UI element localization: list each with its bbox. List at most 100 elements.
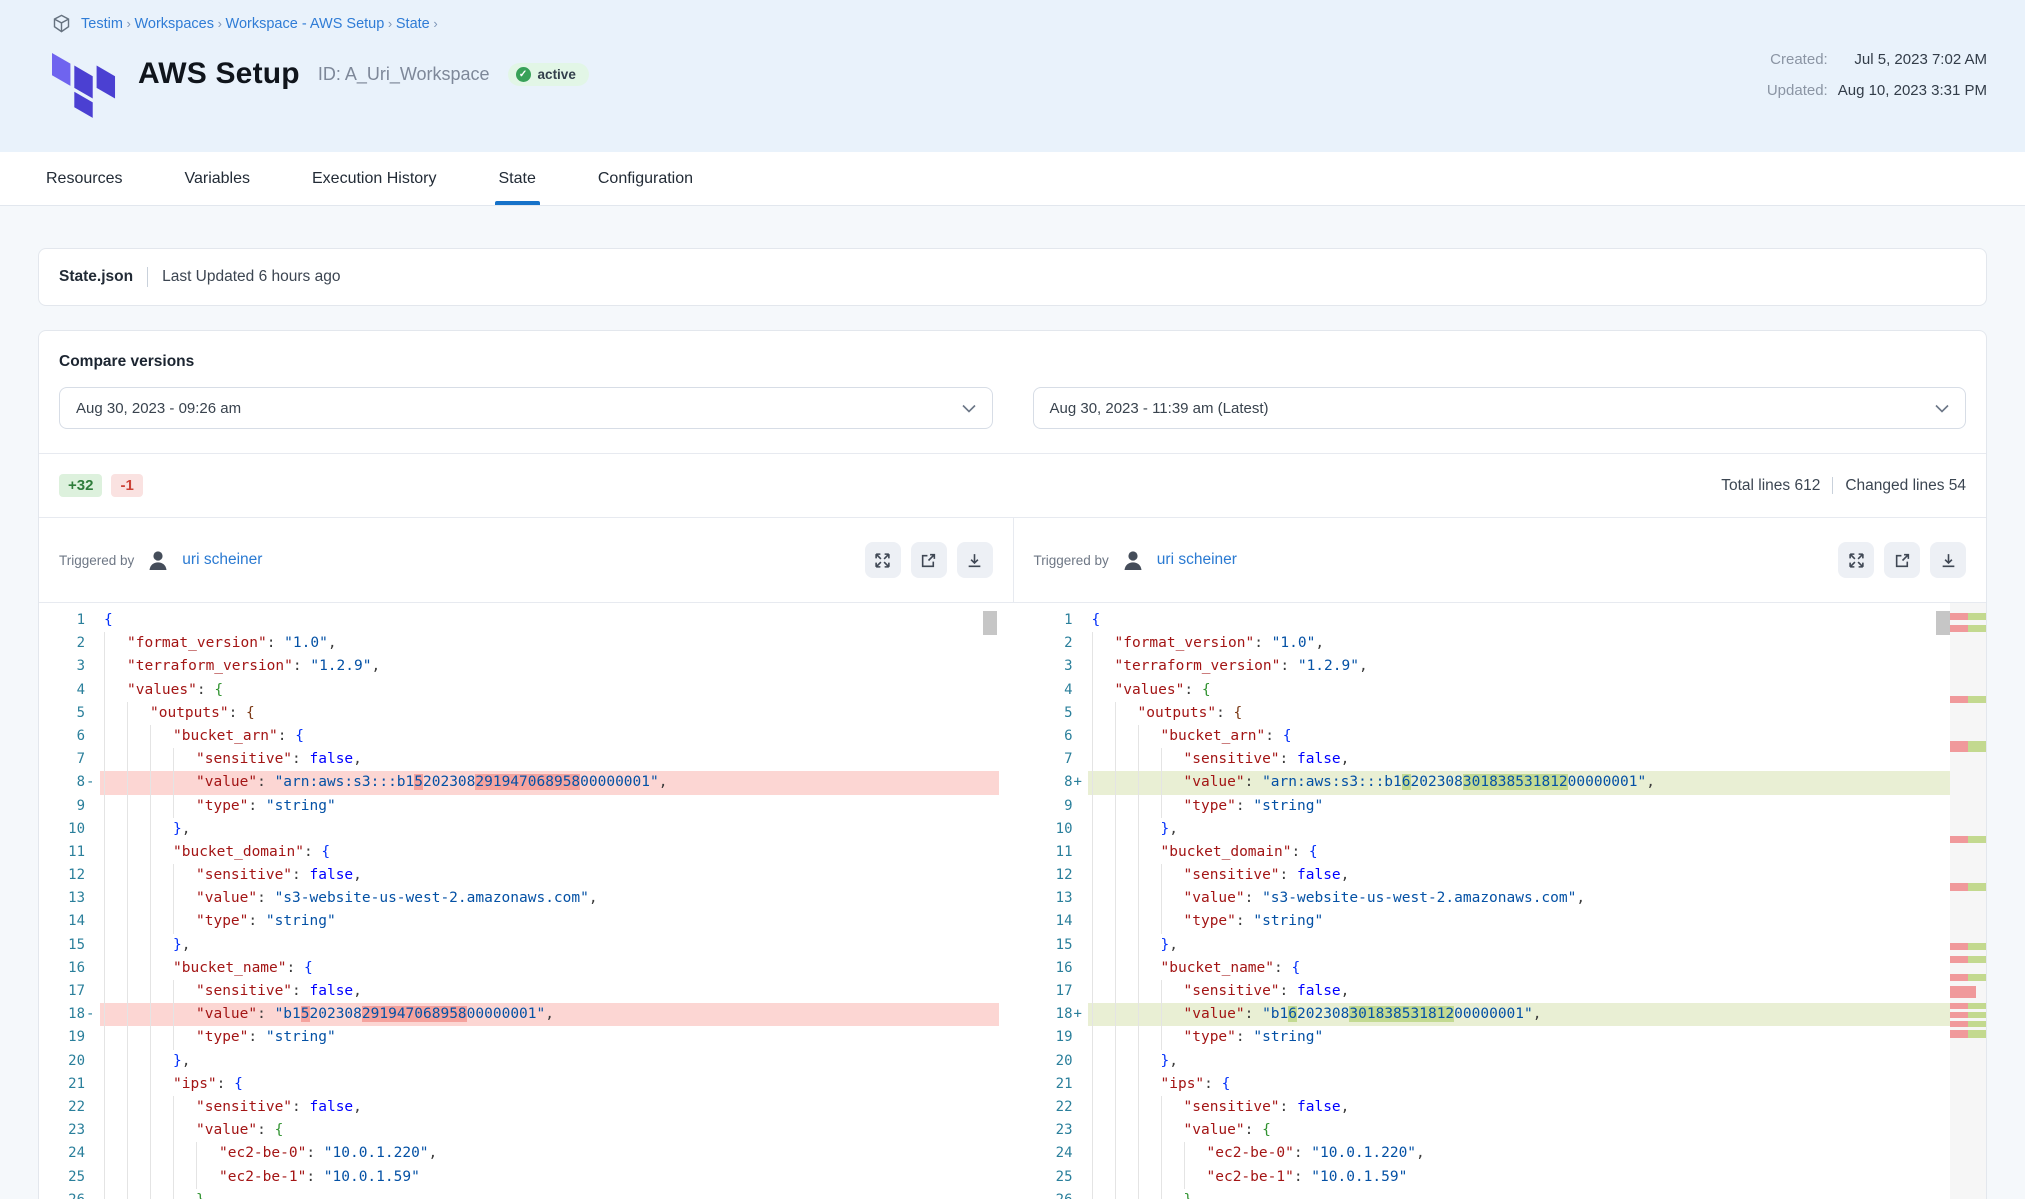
code-line: 21"ips": {: [1027, 1073, 1987, 1096]
tab-resources[interactable]: Resources: [46, 152, 122, 205]
created-value: Jul 5, 2023 7:02 AM: [1838, 51, 1987, 68]
code-line: 7"sensitive": false,: [39, 748, 999, 771]
code-line: 4"values": {: [1027, 679, 1987, 702]
code-line: 3"terraform_version": "1.2.9",: [39, 655, 999, 678]
code-line: 11"bucket_domain": {: [39, 841, 999, 864]
code-line: 4"values": {: [39, 679, 999, 702]
code-line: 11"bucket_domain": {: [1027, 841, 1987, 864]
code-line: 3"terraform_version": "1.2.9",: [1027, 655, 1987, 678]
code-line: 17"sensitive": false,: [1027, 980, 1987, 1003]
diff-ruler-mark: [1950, 1030, 1986, 1038]
code-line: 24"ec2-be-0": "10.0.1.220",: [1027, 1142, 1987, 1165]
diff-ruler-mark: [1950, 613, 1986, 620]
diff-ruler-mark: [1950, 986, 1986, 998]
diff-ruler-mark: [1950, 1003, 1986, 1009]
code-line: 14"type": "string": [1027, 910, 1987, 933]
code-line: 20},: [1027, 1050, 1987, 1073]
diff-ruler-mark: [1950, 956, 1986, 963]
left-code-pane[interactable]: 1{2"format_version": "1.0",3"terraform_v…: [39, 603, 999, 1199]
triggered-by-label: Triggered by: [1034, 553, 1109, 568]
tab-state[interactable]: State: [499, 152, 536, 205]
code-line: 22"sensitive": false,: [39, 1096, 999, 1119]
diff-editor: 1{2"format_version": "1.0",3"terraform_v…: [39, 602, 1986, 1199]
diff-ruler-mark: [1950, 974, 1986, 981]
code-line: 8-"value": "arn:aws:s3:::b15202308291947…: [39, 771, 999, 794]
left-pane-header: Triggered by uri scheiner: [39, 518, 1013, 602]
code-line: 8+"value": "arn:aws:s3:::b16202308301838…: [1027, 771, 1987, 794]
code-line: 25"ec2-be-1": "10.0.1.59": [1027, 1166, 1987, 1189]
code-line: 22"sensitive": false,: [1027, 1096, 1987, 1119]
code-line: 2"format_version": "1.0",: [39, 632, 999, 655]
code-line: 24"ec2-be-0": "10.0.1.220",: [39, 1142, 999, 1165]
code-line: 20},: [39, 1050, 999, 1073]
breadcrumb-separator: ›: [384, 16, 396, 31]
code-line: 23"value": {: [39, 1119, 999, 1142]
updated-label: Updated:: [1767, 82, 1828, 99]
open-external-button[interactable]: [911, 542, 947, 578]
code-line: 1{: [39, 609, 999, 632]
left-version-dropdown[interactable]: Aug 30, 2023 - 09:26 am: [59, 387, 993, 429]
tab-bar: Resources Variables Execution History State…: [0, 152, 2025, 206]
total-lines-text: Total lines 612: [1721, 477, 1820, 495]
breadcrumb-separator: ›: [430, 16, 438, 31]
updated-value: Aug 10, 2023 3:31 PM: [1838, 82, 1987, 99]
last-updated-text: Last Updated 6 hours ago: [162, 268, 340, 286]
code-line: 2"format_version": "1.0",: [1027, 632, 1987, 655]
diff-ruler-mark: [1950, 1012, 1986, 1018]
right-code-pane[interactable]: 1{2"format_version": "1.0",3"terraform_v…: [1027, 603, 1987, 1199]
diff-ruler-mark: [1950, 943, 1986, 950]
code-line: 18-"value": "b15202308291947068958000000…: [39, 1003, 999, 1026]
state-file-name: State.json: [59, 268, 133, 286]
user-avatar-icon: [146, 548, 170, 572]
changed-lines-text: Changed lines 54: [1845, 477, 1966, 495]
triggered-by-user-link[interactable]: uri scheiner: [1157, 551, 1237, 569]
triggered-by-label: Triggered by: [59, 553, 134, 568]
code-line: 15},: [39, 934, 999, 957]
tab-configuration[interactable]: Configuration: [598, 152, 693, 205]
code-line: 14"type": "string": [39, 910, 999, 933]
code-line: 26},: [1027, 1189, 1987, 1199]
triggered-by-user-link[interactable]: uri scheiner: [182, 551, 262, 569]
added-lines-badge: +32: [59, 474, 102, 497]
download-button[interactable]: [1930, 542, 1966, 578]
state-file-bar: State.json Last Updated 6 hours ago: [38, 248, 1987, 306]
breadcrumb-link[interactable]: Testim: [81, 16, 123, 32]
code-line: 21"ips": {: [39, 1073, 999, 1096]
right-version-value: Aug 30, 2023 - 11:39 am (Latest): [1050, 400, 1269, 417]
compare-versions-title: Compare versions: [59, 353, 1966, 371]
status-badge: ✓ active: [508, 63, 589, 86]
compare-card: Compare versions Aug 30, 2023 - 09:26 am…: [38, 330, 1987, 1199]
expand-button[interactable]: [1838, 542, 1874, 578]
code-line: 5"outputs": {: [39, 702, 999, 725]
code-line: 18+"value": "b16202308301838531812000000…: [1027, 1003, 1987, 1026]
tab-variables[interactable]: Variables: [184, 152, 250, 205]
open-external-button[interactable]: [1884, 542, 1920, 578]
right-version-dropdown[interactable]: Aug 30, 2023 - 11:39 am (Latest): [1033, 387, 1967, 429]
download-button[interactable]: [957, 542, 993, 578]
pane-gap: [999, 603, 1027, 1199]
code-line: 9"type": "string": [39, 795, 999, 818]
divider: [1832, 477, 1833, 494]
workspace-cube-icon: [52, 14, 71, 33]
tab-execution-history[interactable]: Execution History: [312, 152, 437, 205]
terraform-logo: [52, 47, 116, 119]
scrollbar-thumb[interactable]: [1936, 611, 1950, 635]
diff-overview-ruler: [1950, 603, 1986, 1199]
code-line: 13"value": "s3-website-us-west-2.amazona…: [1027, 887, 1987, 910]
scrollbar-thumb[interactable]: [983, 611, 997, 635]
right-pane-header: Triggered by uri scheiner: [1013, 518, 1987, 602]
code-line: 23"value": {: [1027, 1119, 1987, 1142]
code-line: 6"bucket_arn": {: [1027, 725, 1987, 748]
diff-stats-row: +32 -1 Total lines 612 Changed lines 54: [39, 453, 1986, 517]
code-line: 13"value": "s3-website-us-west-2.amazona…: [39, 887, 999, 910]
expand-button[interactable]: [865, 542, 901, 578]
breadcrumb-link[interactable]: State: [396, 16, 430, 32]
breadcrumb-link[interactable]: Workspace - AWS Setup: [226, 16, 385, 32]
code-line: 1{: [1027, 609, 1987, 632]
chevron-down-icon: [1935, 400, 1949, 417]
created-label: Created:: [1767, 51, 1828, 68]
code-line: 15},: [1027, 934, 1987, 957]
page-header: Testim › Workspaces › Workspace - AWS Se…: [0, 0, 2025, 152]
code-line: 9"type": "string": [1027, 795, 1987, 818]
breadcrumb-link[interactable]: Workspaces: [134, 16, 214, 32]
